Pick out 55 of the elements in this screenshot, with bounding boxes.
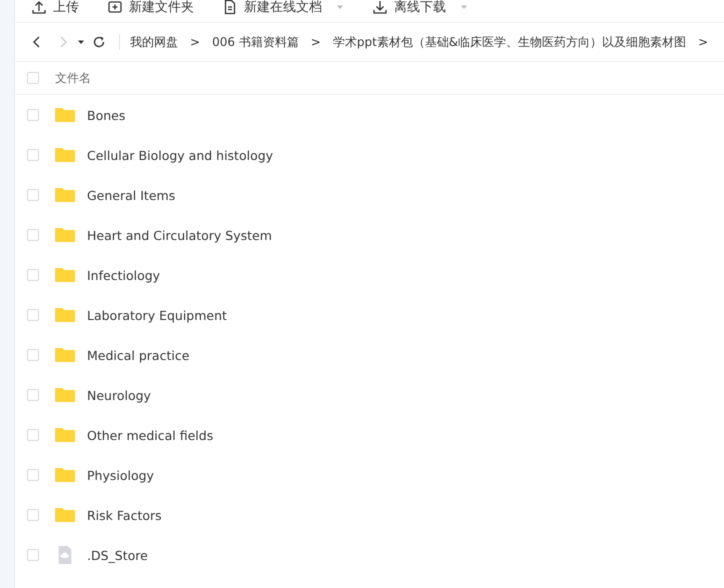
select-all-checkbox[interactable] <box>27 72 39 84</box>
folder-icon <box>55 386 75 404</box>
caret-icon <box>336 3 344 11</box>
folder-icon <box>55 346 75 364</box>
row-checkbox[interactable] <box>27 429 39 441</box>
breadcrumb-separator: > <box>190 35 200 49</box>
upload-button[interactable]: 上传 <box>31 0 79 16</box>
file-name[interactable]: Other medical fields <box>87 428 214 442</box>
row-checkbox[interactable] <box>27 309 39 321</box>
folder-icon <box>55 226 75 244</box>
breadcrumb-separator: > <box>698 35 708 49</box>
row-checkbox[interactable] <box>27 349 39 361</box>
folder-icon <box>55 426 75 444</box>
refresh-icon[interactable] <box>91 34 107 50</box>
row-checkbox[interactable] <box>27 189 39 201</box>
document-icon <box>222 0 238 15</box>
file-name[interactable]: .DS_Store <box>87 548 148 562</box>
folder-icon <box>55 266 75 284</box>
file-name[interactable]: Laboratory Equipment <box>87 308 227 322</box>
column-header[interactable]: 文件名 <box>55 70 91 86</box>
folder-icon <box>55 306 75 324</box>
row-checkbox[interactable] <box>27 509 39 521</box>
file-name[interactable]: Cellular Biology and histology <box>87 148 274 162</box>
file-name[interactable]: Heart and Circulatory System <box>87 228 272 242</box>
upload-icon <box>31 0 47 15</box>
caret-icon[interactable] <box>77 38 85 46</box>
row-checkbox[interactable] <box>27 229 39 241</box>
file-name[interactable]: Bones <box>87 108 126 122</box>
file-name[interactable]: Neurology <box>87 388 151 402</box>
breadcrumb-link[interactable]: 我的网盘 <box>130 34 178 50</box>
row-checkbox[interactable] <box>27 149 39 161</box>
folder-icon <box>55 466 75 484</box>
row-checkbox[interactable] <box>27 269 39 281</box>
breadcrumb-link[interactable]: 006 书籍资料篇 <box>212 34 299 50</box>
download-button[interactable]: 离线下载 <box>372 0 468 16</box>
file-name[interactable]: Medical practice <box>87 348 190 362</box>
file-name[interactable]: Physiology <box>87 468 154 482</box>
document-button[interactable]: 新建在线文档 <box>222 0 344 16</box>
folder-icon <box>55 506 75 524</box>
row-checkbox[interactable] <box>27 389 39 401</box>
row-checkbox[interactable] <box>27 469 39 481</box>
caret-icon <box>460 3 468 11</box>
folder-icon <box>55 146 75 164</box>
folder-icon <box>55 186 75 204</box>
download-icon <box>372 0 388 15</box>
file-name[interactable]: General Items <box>87 188 176 202</box>
row-checkbox[interactable] <box>27 549 39 561</box>
file-name[interactable]: Infectiology <box>87 268 160 282</box>
breadcrumb-separator: > <box>310 35 321 49</box>
file-name[interactable]: Risk Factors <box>87 508 162 522</box>
folder-icon <box>55 106 75 124</box>
folder-button[interactable]: 新建文件夹 <box>107 0 194 16</box>
breadcrumb-link[interactable]: 学术ppt素材包（基础&临床医学、生物医药方向）以及细胞素材图 <box>332 34 686 50</box>
plus-box-icon <box>107 0 123 15</box>
row-checkbox[interactable] <box>27 109 39 121</box>
